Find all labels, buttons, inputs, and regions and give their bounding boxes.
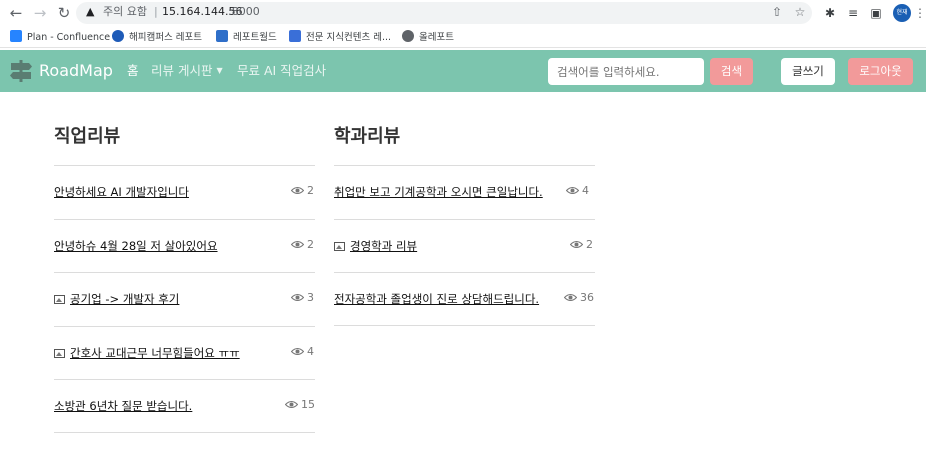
image-icon bbox=[334, 242, 345, 251]
view-count: 2 bbox=[291, 183, 314, 199]
post-title-link[interactable]: 소방관 6년차 질문 받습니다. bbox=[54, 398, 192, 414]
bookmarks-bar: Plan - Confluence 해피캠퍼스 레포트 레포트월드 전문 지식컨… bbox=[0, 26, 926, 48]
extensions-puzzle-icon[interactable]: ✱ bbox=[822, 5, 838, 21]
signpost-logo-icon[interactable] bbox=[9, 60, 33, 82]
eye-icon bbox=[285, 400, 298, 409]
image-icon bbox=[54, 349, 65, 358]
list-item: 공기업 -> 개발자 후기 3 bbox=[54, 272, 315, 326]
post-title-link[interactable]: 안녕하세요 AI 개발자입니다 bbox=[54, 184, 189, 200]
forward-arrow-icon[interactable]: → bbox=[30, 3, 50, 23]
nav-home[interactable]: 홈 bbox=[127, 63, 139, 79]
browser-toolbar: ← → ↻ ▲ 주의 요함 | 15.164.144.56 :8000 ⇧ ☆ … bbox=[0, 0, 926, 26]
list-item: 소방관 6년차 질문 받습니다. 15 bbox=[54, 379, 315, 433]
image-icon bbox=[54, 295, 65, 304]
bookmark-star-icon[interactable]: ☆ bbox=[793, 5, 807, 19]
share-icon[interactable]: ⇧ bbox=[770, 5, 784, 19]
globe-icon bbox=[402, 30, 414, 42]
side-panel-icon[interactable]: ▣ bbox=[868, 5, 884, 21]
post-title-link[interactable]: 전자공학과 졸업생이 진로 상담해드립니다. bbox=[334, 291, 539, 307]
job-reviews-title: 직업리뷰 bbox=[54, 126, 121, 147]
post-title-link[interactable]: 안녕하슈 4월 28일 저 살아있어요 bbox=[54, 238, 218, 254]
bookmark-reportworld[interactable]: 레포트월드 bbox=[216, 30, 277, 44]
view-count: 36 bbox=[564, 290, 594, 306]
reportworld-icon bbox=[216, 30, 228, 42]
post-title-link[interactable]: 공기업 -> 개발자 후기 bbox=[54, 291, 179, 307]
list-item: 경영학과 리뷰 2 bbox=[334, 219, 595, 273]
write-button[interactable]: 글쓰기 bbox=[781, 58, 835, 85]
profile-avatar[interactable]: 현재 bbox=[893, 4, 911, 22]
nav-review-board[interactable]: 리뷰 게시판 ▼ bbox=[151, 63, 223, 79]
security-warning-text[interactable]: 주의 요함 bbox=[103, 4, 147, 20]
list-item: 간호사 교대근무 너무힘들어요 ㅠㅠ 4 bbox=[54, 326, 315, 380]
logout-button[interactable]: 로그아웃 bbox=[848, 58, 913, 85]
eye-icon bbox=[291, 347, 304, 356]
eye-icon bbox=[291, 240, 304, 249]
list-item: 안녕하슈 4월 28일 저 살아있어요 2 bbox=[54, 219, 315, 273]
post-title-link[interactable]: 경영학과 리뷰 bbox=[334, 238, 417, 254]
view-count: 2 bbox=[570, 237, 593, 253]
reload-icon[interactable]: ↻ bbox=[54, 3, 74, 23]
search-button[interactable]: 검색 bbox=[710, 58, 753, 85]
bookmark-happycampus[interactable]: 해피캠퍼스 레포트 bbox=[112, 30, 202, 44]
happycampus-icon bbox=[112, 30, 124, 42]
nav-ai-test[interactable]: 무료 AI 직업검사 bbox=[237, 63, 326, 79]
major-reviews-title: 학과리뷰 bbox=[334, 126, 401, 147]
caret-down-icon: ▼ bbox=[216, 66, 223, 75]
post-title-link[interactable]: 간호사 교대근무 너무힘들어요 ㅠㅠ bbox=[54, 345, 240, 361]
view-count: 2 bbox=[291, 237, 314, 253]
expert-content-icon bbox=[289, 30, 301, 42]
list-item: 전자공학과 졸업생이 진로 상담해드립니다. 36 bbox=[334, 272, 595, 326]
address-separator: | bbox=[154, 5, 158, 18]
search-input[interactable] bbox=[548, 58, 704, 85]
eye-icon bbox=[570, 240, 583, 249]
view-count: 15 bbox=[285, 397, 315, 413]
eye-icon bbox=[291, 293, 304, 302]
confluence-icon bbox=[10, 30, 22, 42]
list-item: 안녕하세요 AI 개발자입니다 2 bbox=[54, 165, 315, 219]
back-arrow-icon[interactable]: ← bbox=[6, 3, 26, 23]
warning-triangle-icon[interactable]: ▲ bbox=[86, 5, 100, 19]
bookmark-allreport[interactable]: 올레포트 bbox=[402, 30, 454, 44]
site-navbar: RoadMap 홈 리뷰 게시판▼ 무료 AI 직업검사 검색 글쓰기 로그아웃 bbox=[0, 50, 926, 92]
url-port[interactable]: :8000 bbox=[228, 4, 260, 20]
view-count: 3 bbox=[291, 290, 314, 306]
post-title-link[interactable]: 취업만 보고 기계공학과 오시면 큰일납니다. bbox=[334, 184, 543, 200]
view-count: 4 bbox=[291, 344, 314, 360]
browser-menu-icon[interactable]: ⋮ bbox=[914, 4, 926, 22]
view-count: 4 bbox=[566, 183, 589, 199]
eye-icon bbox=[564, 293, 577, 302]
eye-icon bbox=[291, 186, 304, 195]
bookmark-confluence[interactable]: Plan - Confluence bbox=[10, 30, 110, 44]
list-item: 취업만 보고 기계공학과 오시면 큰일납니다. 4 bbox=[334, 165, 595, 219]
eye-icon bbox=[566, 186, 579, 195]
reading-list-icon[interactable]: ≡ bbox=[845, 5, 861, 21]
brand-name[interactable]: RoadMap bbox=[39, 61, 113, 81]
bookmark-expert-content[interactable]: 전문 지식컨텐츠 레... bbox=[289, 30, 391, 44]
